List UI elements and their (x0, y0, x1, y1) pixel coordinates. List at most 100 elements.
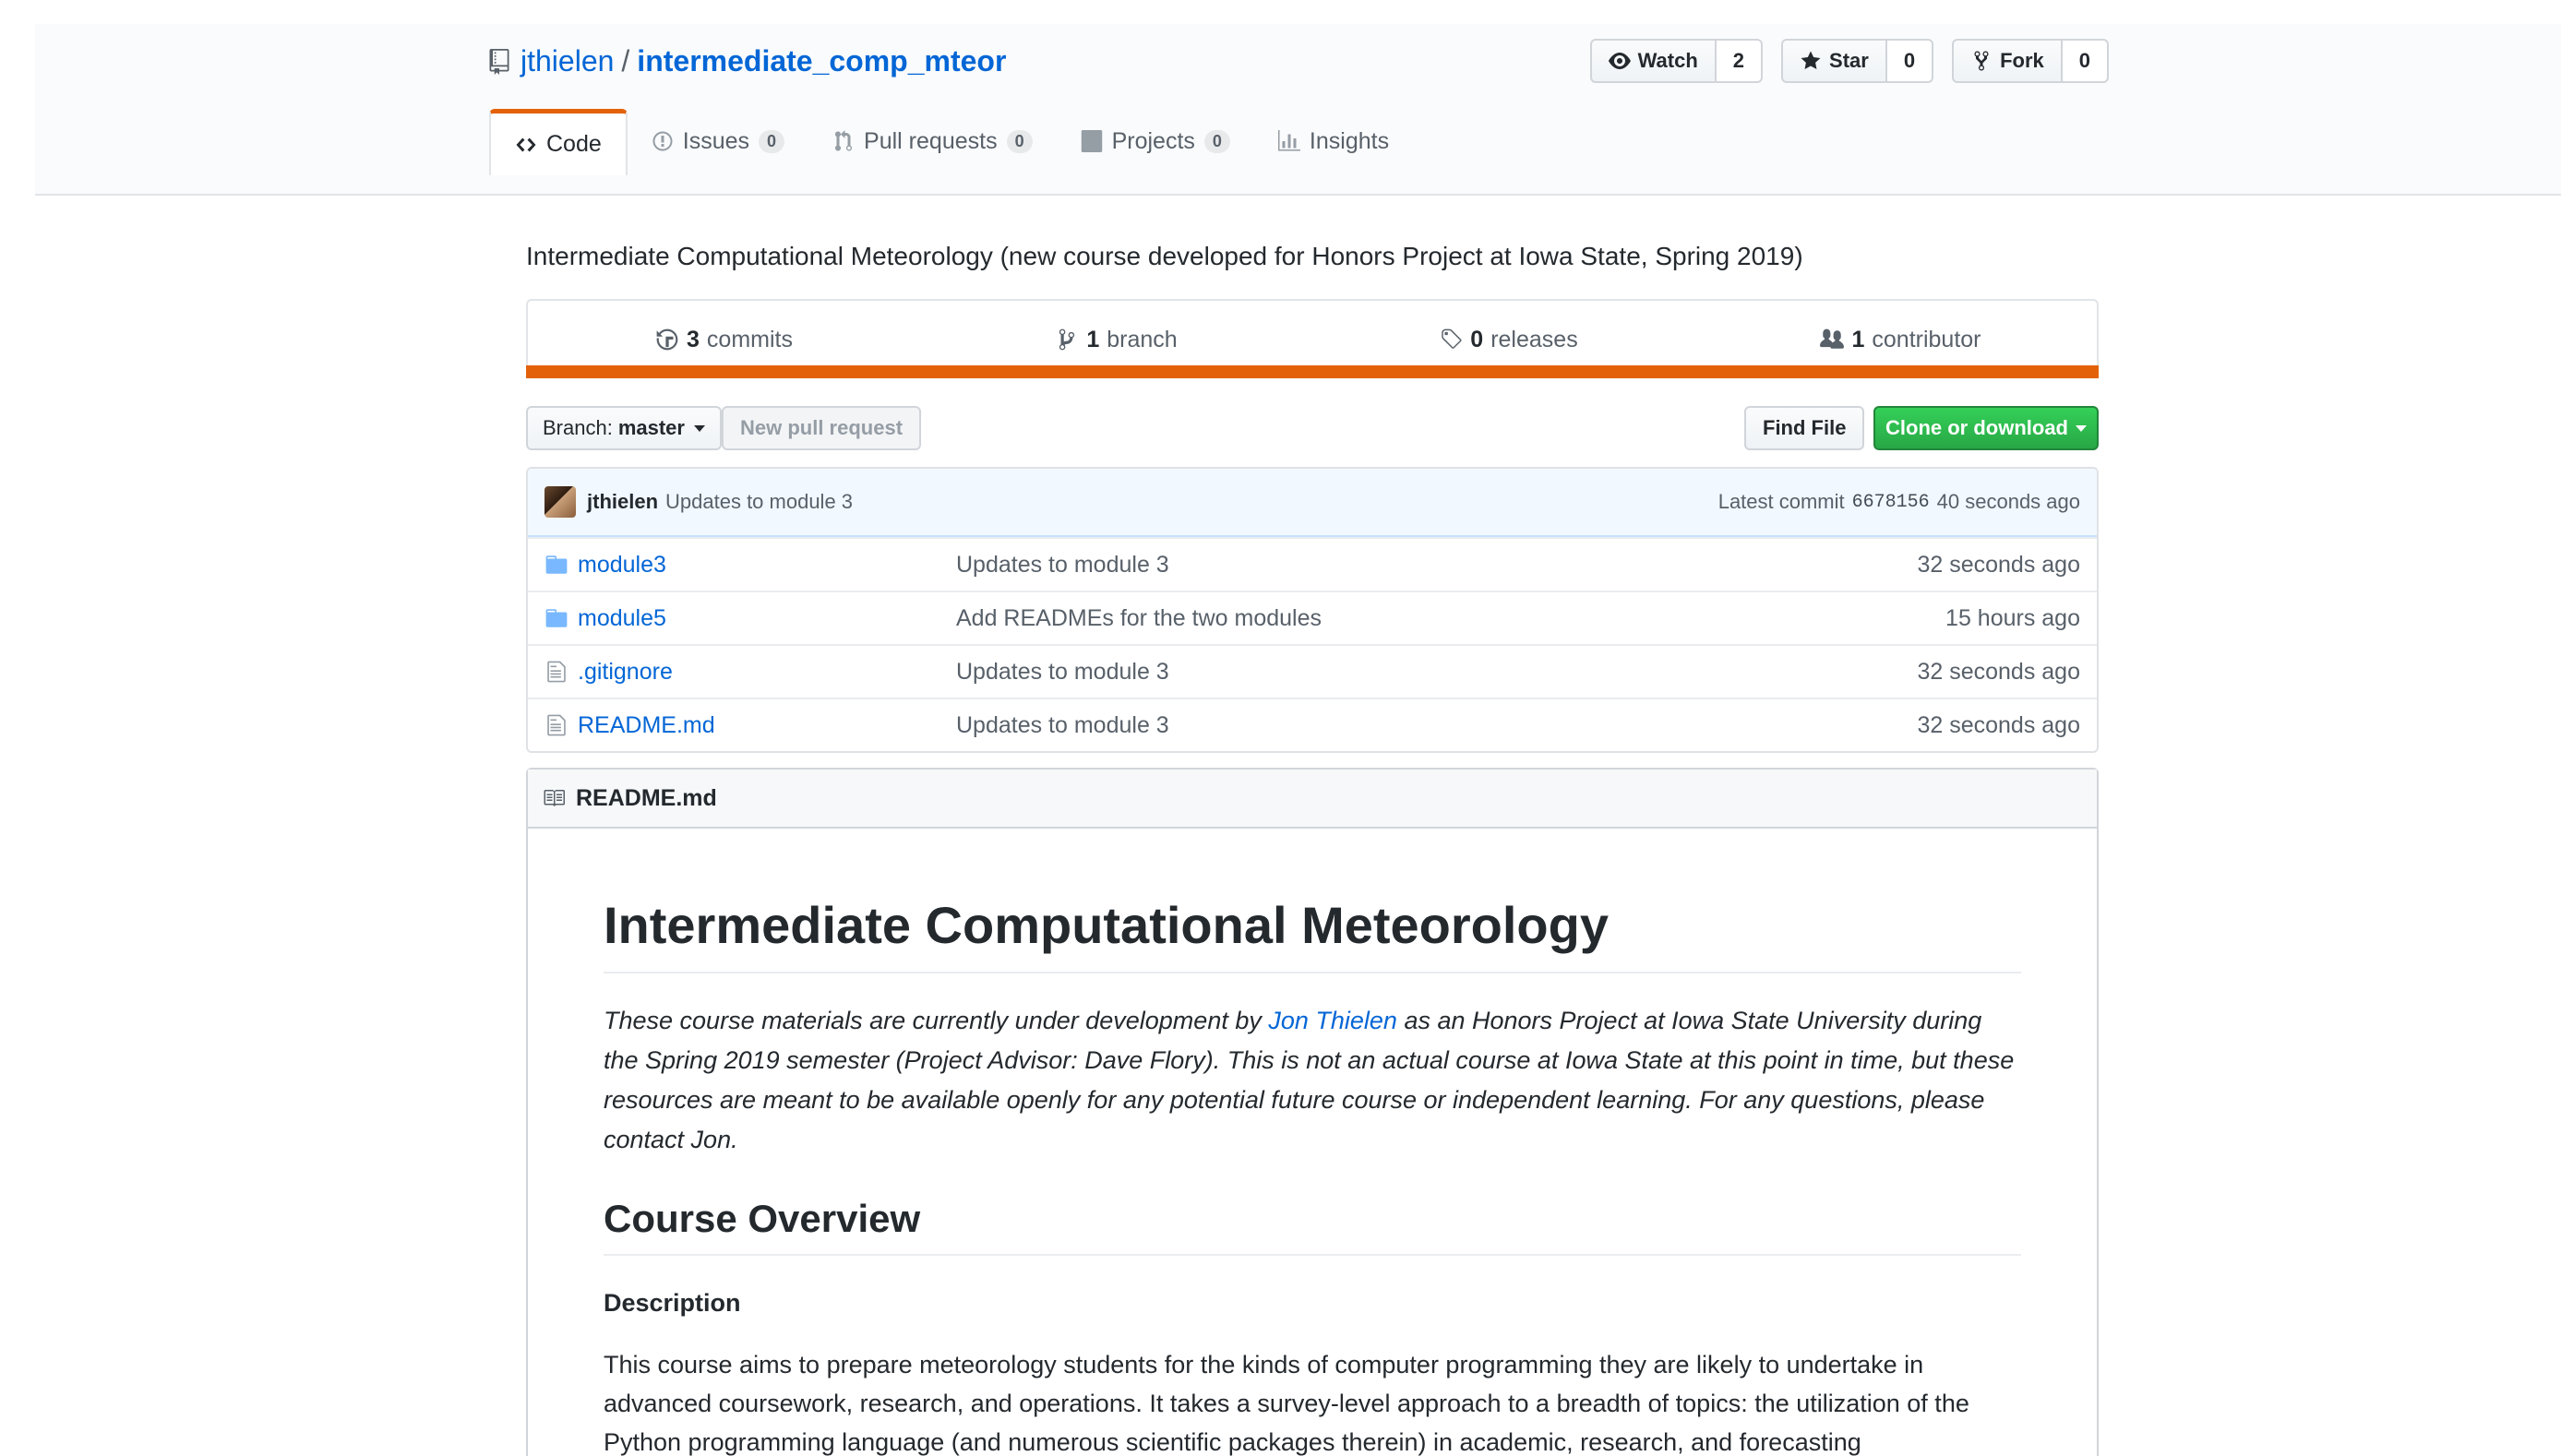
file-name-link[interactable]: module3 (578, 552, 956, 579)
chevron-down-icon (2076, 424, 2087, 432)
tab-issues[interactable]: Issues 0 (628, 109, 808, 173)
watch-count[interactable]: 2 (1716, 39, 1764, 83)
clone-label: Clone or download (1885, 416, 2068, 439)
star-group: Star 0 (1781, 39, 1934, 83)
commit-meta: Latest commit 6678156 40 seconds ago (1718, 490, 2080, 514)
fork-count[interactable]: 0 (2062, 39, 2109, 83)
contributors-label: contributor (1872, 326, 1981, 352)
file-name-link[interactable]: module5 (578, 605, 956, 632)
new-pull-request-button[interactable]: New pull request (722, 406, 922, 450)
tab-code[interactable]: Code (489, 109, 628, 175)
star-count[interactable]: 0 (1886, 39, 1934, 83)
file-age: 32 seconds ago (1917, 711, 2080, 738)
file-name-link[interactable]: README.md (578, 712, 956, 739)
repo-nav: Code Issues 0 Pull requests 0 Projects 0… (489, 109, 1413, 175)
fork-icon (1974, 51, 1989, 71)
latest-commit-label: Latest commit (1717, 490, 1845, 513)
branches-label: branch (1107, 326, 1178, 352)
tab-projects[interactable]: Projects 0 (1057, 109, 1254, 173)
file-age: 15 hours ago (1945, 604, 2080, 631)
folder-icon (545, 555, 568, 574)
fork-group: Fork 0 (1952, 39, 2109, 83)
path-separator: / (621, 44, 630, 78)
readme-header: README.md (528, 770, 2097, 829)
projects-counter: 0 (1203, 129, 1230, 153)
repo-owner-link[interactable]: jthielen (521, 44, 614, 78)
file-age: 32 seconds ago (1917, 658, 2080, 685)
tab-pull-requests[interactable]: Pull requests 0 (808, 109, 1057, 173)
watch-group: Watch 2 (1589, 39, 1764, 83)
author-link[interactable]: Jon Thielen (1268, 1007, 1397, 1034)
tag-icon (1442, 328, 1462, 349)
file-text-icon (547, 714, 566, 736)
repo-description: Intermediate Computational Meteorology (… (526, 242, 1803, 270)
readme-box: README.md Intermediate Computational Met… (526, 768, 2099, 1456)
avatar[interactable] (545, 486, 576, 518)
star-button[interactable]: Star (1781, 39, 1887, 83)
people-icon (1820, 328, 1845, 349)
commit-author-link[interactable]: jthielen (587, 490, 658, 514)
language-bar[interactable] (526, 365, 2099, 378)
tab-insights-label: Insights (1309, 127, 1390, 154)
tab-code-label: Code (546, 131, 602, 157)
file-age: 32 seconds ago (1917, 551, 2080, 578)
readme-title: Intermediate Computational Meteorology (604, 895, 2021, 973)
intro-text-before: These course materials are currently und… (604, 1007, 1269, 1034)
graph-icon (1277, 130, 1300, 151)
pull-request-icon (835, 130, 853, 151)
watch-label: Watch (1637, 49, 1698, 72)
commit-message-link[interactable]: Updates to module 3 (665, 490, 853, 514)
commit-sha-link[interactable]: 6678156 (1852, 492, 1930, 513)
clone-download-button[interactable]: Clone or download (1873, 406, 2099, 450)
repo-icon (489, 48, 509, 75)
readme-content: Intermediate Computational Meteorology T… (528, 895, 2097, 1456)
page: jthielen / intermediate_comp_mteor Watch… (0, 0, 2561, 1456)
watch-button[interactable]: Watch (1589, 39, 1717, 83)
commits-label: commits (706, 326, 793, 352)
star-icon (1801, 51, 1821, 69)
table-row: README.md Updates to module 3 32 seconds… (528, 698, 2097, 751)
latest-commit-bar: jthielen Updates to module 3 Latest comm… (528, 469, 2097, 537)
table-row: .gitignore Updates to module 3 32 second… (528, 644, 2097, 698)
branch-name: master (617, 416, 685, 439)
table-row: module3 Updates to module 3 32 seconds a… (528, 537, 2097, 591)
file-commit-message[interactable]: Updates to module 3 (956, 712, 1169, 739)
file-text-icon (547, 661, 566, 683)
file-name-link[interactable]: .gitignore (578, 659, 956, 686)
eye-icon (1608, 53, 1631, 69)
branches-count: 1 (1086, 326, 1100, 352)
file-commit-message[interactable]: Updates to module 3 (956, 552, 1169, 579)
find-file-button[interactable]: Find File (1744, 406, 1865, 450)
fork-label: Fork (2000, 49, 2044, 72)
branch-icon (1059, 328, 1075, 351)
file-browser: jthielen Updates to module 3 Latest comm… (526, 467, 2099, 753)
tab-pull-requests-label: Pull requests (864, 127, 998, 154)
repo-name-link[interactable]: intermediate_comp_mteor (637, 44, 1006, 78)
pulls-counter: 0 (1006, 129, 1033, 153)
folder-icon (545, 609, 568, 627)
tab-insights[interactable]: Insights (1254, 109, 1413, 173)
readme-filename: README.md (576, 784, 717, 811)
contributors-count: 1 (1851, 326, 1865, 352)
issues-counter: 0 (759, 129, 785, 153)
branch-select-button[interactable]: Branch: master (526, 406, 722, 450)
file-commit-message[interactable]: Add READMEs for the two modules (956, 605, 1322, 632)
releases-label: releases (1490, 326, 1578, 352)
commit-age: 40 seconds ago (1936, 490, 2080, 513)
releases-count: 0 (1470, 326, 1484, 352)
star-label: Star (1829, 49, 1869, 72)
file-commit-message[interactable]: Updates to module 3 (956, 659, 1169, 686)
section-heading: Course Overview (604, 1197, 2021, 1256)
tab-issues-label: Issues (682, 127, 750, 154)
readme-intro: These course materials are currently und… (604, 1001, 2021, 1160)
code-icon (516, 137, 536, 151)
issue-icon (652, 131, 673, 151)
fork-button[interactable]: Fork (1952, 39, 2063, 83)
table-row: module5 Add READMEs for the two modules … (528, 591, 2097, 644)
history-icon (656, 328, 678, 351)
repo-title: jthielen / intermediate_comp_mteor (489, 44, 1006, 78)
tab-projects-label: Projects (1111, 127, 1195, 154)
project-icon (1081, 130, 1102, 152)
chevron-down-icon (693, 424, 705, 432)
commits-count: 3 (687, 326, 700, 352)
